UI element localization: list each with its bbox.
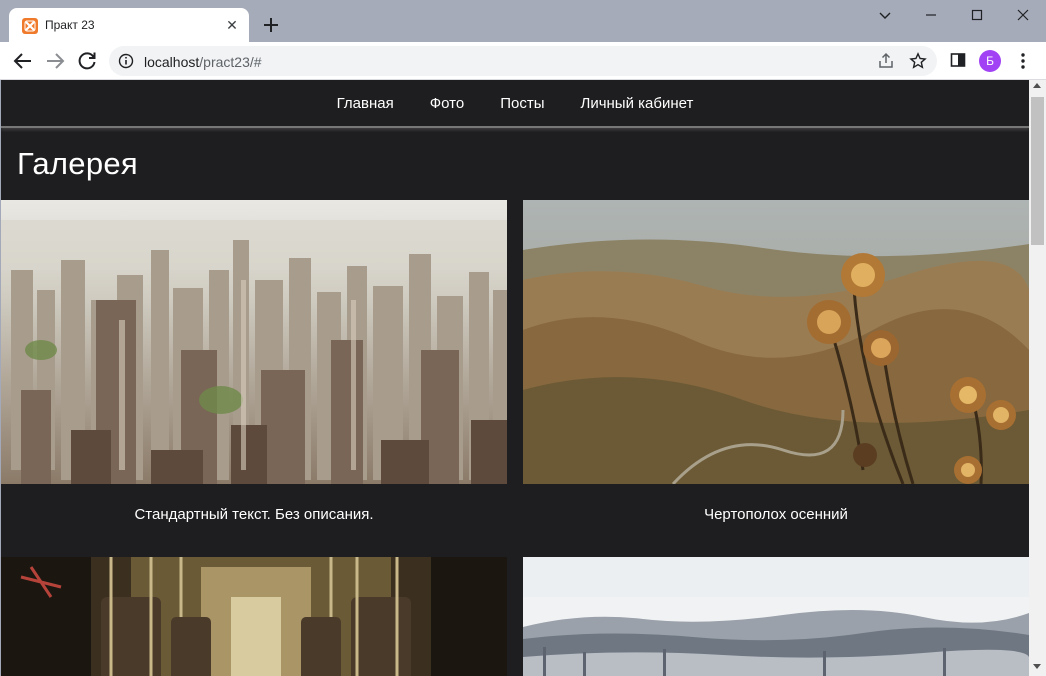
site-nav: Главная Фото Посты Личный кабинет: [1, 80, 1029, 128]
snowy-forest-photo[interactable]: [523, 557, 1029, 676]
tab-title: Практ 23: [45, 18, 95, 32]
thistle-photo[interactable]: [523, 200, 1029, 484]
gallery-card[interactable]: [1, 557, 507, 676]
gallery-caption: Стандартный текст. Без описания.: [134, 506, 374, 523]
browser-tab[interactable]: Практ 23 ✕: [9, 8, 249, 42]
scroll-thumb[interactable]: [1031, 97, 1044, 245]
kebab-menu-icon[interactable]: [1014, 51, 1032, 71]
reload-icon[interactable]: [75, 49, 99, 73]
page-title: Галерея: [17, 146, 138, 181]
forward-arrow-icon[interactable]: [43, 49, 67, 73]
window-close-icon[interactable]: [1000, 0, 1046, 32]
city-photo[interactable]: [1, 200, 507, 484]
maximize-icon[interactable]: [954, 0, 1000, 32]
browser-titlebar: Практ 23 ✕: [0, 0, 1046, 42]
tab-search-chevron-down-icon[interactable]: [862, 0, 908, 32]
scroll-up-arrow-icon[interactable]: [1033, 83, 1041, 88]
nav-link-posts[interactable]: Посты: [482, 95, 562, 112]
gallery-caption: Чертополох осенний: [704, 506, 848, 523]
page-viewport: Главная Фото Посты Личный кабинет Галере…: [1, 80, 1029, 676]
tab-close-icon[interactable]: ✕: [223, 16, 241, 34]
xampp-favicon-icon: [22, 18, 38, 34]
vertical-scrollbar[interactable]: [1029, 80, 1046, 676]
url-host: localhost: [144, 54, 200, 70]
bus-interior-photo[interactable]: [1, 557, 507, 676]
gallery-card[interactable]: [523, 557, 1029, 676]
address-bar[interactable]: localhost/pract23/#: [109, 46, 937, 76]
minimize-icon[interactable]: [908, 0, 954, 32]
share-icon[interactable]: [877, 52, 895, 70]
browser-toolbar: localhost/pract23/# Б: [0, 42, 1046, 80]
nav-link-account[interactable]: Личный кабинет: [562, 95, 711, 112]
url-path: /pract23/#: [199, 54, 262, 70]
side-panel-icon[interactable]: [950, 52, 966, 68]
back-arrow-icon[interactable]: [11, 49, 35, 73]
url-text[interactable]: localhost/pract23/#: [144, 54, 262, 70]
nav-link-home[interactable]: Главная: [319, 95, 412, 112]
info-icon[interactable]: [118, 53, 134, 69]
avatar[interactable]: Б: [979, 50, 1001, 72]
nav-link-photo[interactable]: Фото: [412, 95, 482, 112]
new-tab-plus-icon[interactable]: [260, 14, 282, 36]
scroll-down-arrow-icon[interactable]: [1033, 664, 1041, 669]
star-icon[interactable]: [909, 52, 927, 70]
gallery-card[interactable]: Стандартный текст. Без описания.: [1, 200, 507, 556]
gallery-card[interactable]: Чертополох осенний: [523, 200, 1029, 556]
